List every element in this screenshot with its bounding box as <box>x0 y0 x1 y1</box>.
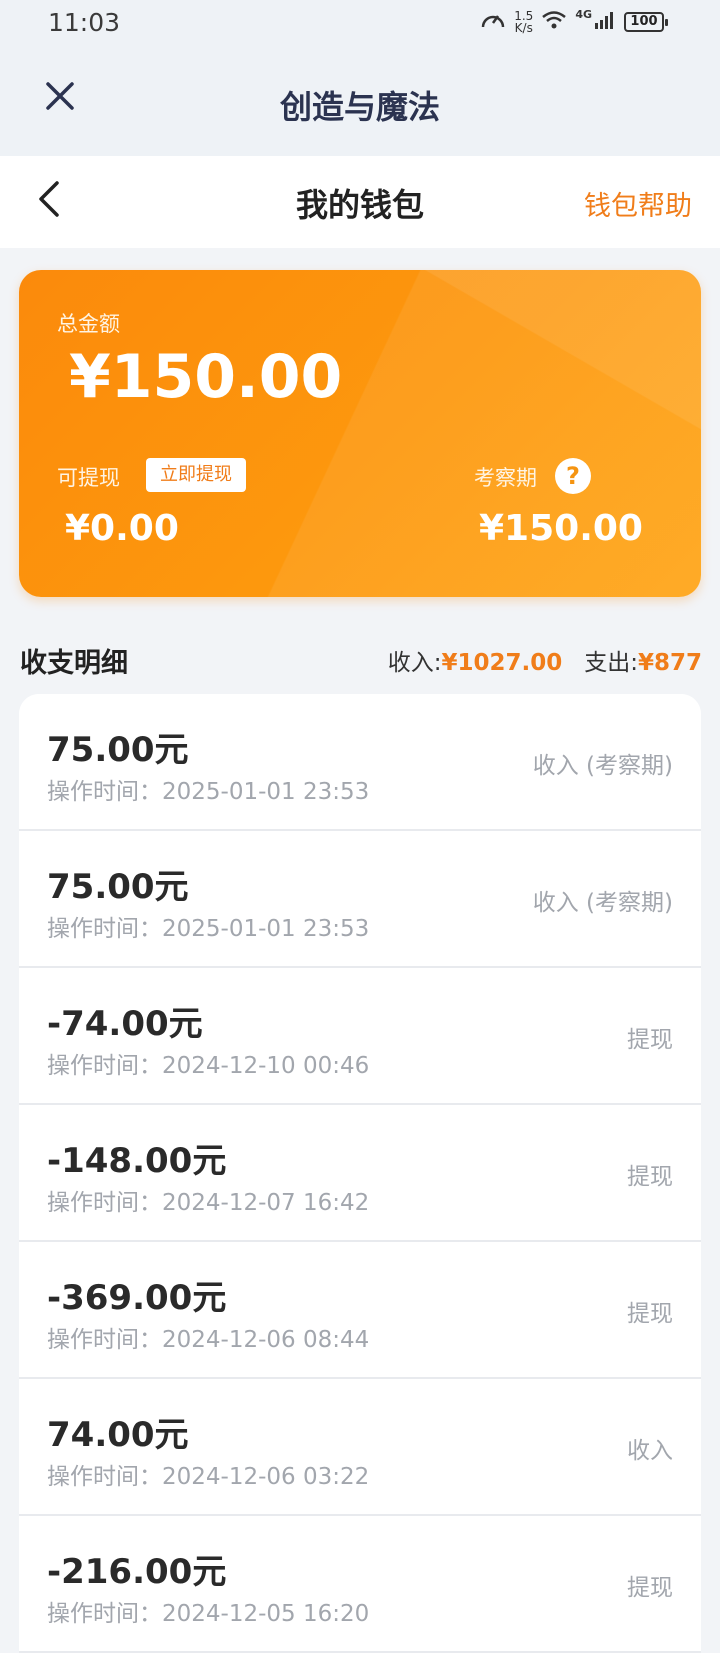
review-period-label: 考察期 <box>474 466 537 490</box>
transaction-row[interactable]: -216.00元 操作时间：2024-12-05 16:20 提现 <box>19 1516 701 1653</box>
total-amount-label: 总金额 <box>57 312 120 336</box>
transaction-row[interactable]: -369.00元 操作时间：2024-12-06 08:44 提现 <box>19 1242 701 1379</box>
transaction-type: 提现 <box>627 1164 673 1190</box>
transaction-row[interactable]: -148.00元 操作时间：2024-12-07 16:42 提现 <box>19 1105 701 1242</box>
transaction-row[interactable]: 74.00元 操作时间：2024-12-06 03:22 收入 <box>19 1379 701 1516</box>
network-type: 4G <box>575 8 592 21</box>
income-label: 收入: <box>387 650 442 676</box>
wallet-help-link[interactable]: 钱包帮助 <box>584 184 692 223</box>
net-speed: 1.5 K/s <box>514 10 533 34</box>
transaction-row[interactable]: -74.00元 操作时间：2024-12-10 00:46 提现 <box>19 968 701 1105</box>
withdrawable-label: 可提现 <box>57 466 120 490</box>
withdrawable-amount: ¥0.00 <box>65 508 179 549</box>
transaction-amount: 75.00元 <box>47 730 189 770</box>
detail-summary: 收入:¥1027.00 支出:¥877 <box>388 643 702 677</box>
status-bar: 11:03 1.5 K/s 4G 100 <box>0 0 720 46</box>
transaction-type: 提现 <box>627 1575 673 1601</box>
transaction-amount: -74.00元 <box>47 1004 203 1044</box>
app-header: 创造与魔法 <box>0 46 720 156</box>
transaction-amount: 75.00元 <box>47 867 189 907</box>
speedometer-icon <box>480 8 506 36</box>
transaction-list: 75.00元 操作时间：2025-01-01 23:53 收入 (考察期) 75… <box>19 694 701 1653</box>
net-speed-unit: K/s <box>514 21 533 35</box>
transaction-amount: -216.00元 <box>47 1552 227 1592</box>
transaction-time: 操作时间：2024-12-07 16:42 <box>47 1190 370 1216</box>
transaction-type: 收入 (考察期) <box>532 890 673 916</box>
expense-amount: ¥877 <box>637 650 702 676</box>
app-title: 创造与魔法 <box>279 88 440 126</box>
withdraw-now-button[interactable]: 立即提现 <box>146 458 246 492</box>
question-icon[interactable]: ? <box>555 458 591 494</box>
transaction-row[interactable]: 75.00元 操作时间：2025-01-01 23:53 收入 (考察期) <box>19 831 701 968</box>
wifi-icon <box>541 10 567 34</box>
status-time: 11:03 <box>48 8 121 37</box>
transaction-time: 操作时间：2024-12-06 03:22 <box>47 1464 370 1490</box>
transaction-time: 操作时间：2024-12-06 08:44 <box>47 1327 370 1353</box>
expense-label: 支出: <box>584 650 638 676</box>
transaction-row[interactable]: 75.00元 操作时间：2025-01-01 23:53 收入 (考察期) <box>19 694 701 831</box>
transaction-time: 操作时间：2024-12-05 16:20 <box>47 1601 370 1627</box>
battery-icon: 100 <box>624 12 668 32</box>
transaction-time: 操作时间：2024-12-10 00:46 <box>47 1053 370 1079</box>
transaction-amount: -148.00元 <box>47 1141 227 1181</box>
wallet-card: 总金额 ¥150.00 可提现 立即提现 ¥0.00 考察期 ? ¥150.00 <box>19 270 701 597</box>
status-icons: 1.5 K/s 4G 100 <box>480 8 668 36</box>
transaction-type: 提现 <box>627 1027 673 1053</box>
nav-bar: 我的钱包 钱包帮助 <box>0 156 720 248</box>
detail-header: 收支明细 收入:¥1027.00 支出:¥877 <box>20 637 702 679</box>
transaction-type: 收入 (考察期) <box>532 753 673 779</box>
income-amount: ¥1027.00 <box>441 650 563 676</box>
transaction-amount: 74.00元 <box>47 1415 189 1455</box>
transaction-time: 操作时间：2025-01-01 23:53 <box>47 779 370 805</box>
transaction-amount: -369.00元 <box>47 1278 227 1318</box>
transaction-time: 操作时间：2025-01-01 23:53 <box>47 916 370 942</box>
signal-icon <box>594 10 616 34</box>
transaction-type: 收入 <box>627 1438 673 1464</box>
review-period-amount: ¥150.00 <box>479 508 643 549</box>
detail-title: 收支明细 <box>20 648 128 679</box>
total-amount: ¥150.00 <box>69 342 343 412</box>
transaction-type: 提现 <box>627 1301 673 1327</box>
